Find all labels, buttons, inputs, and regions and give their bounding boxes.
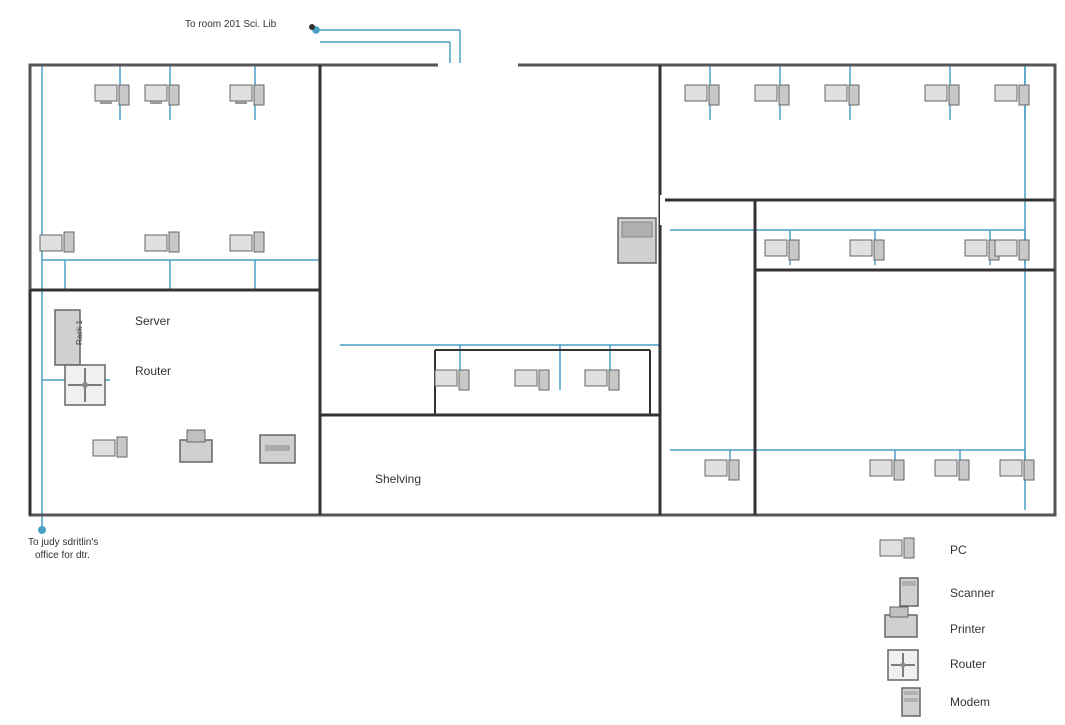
svg-text:Router: Router	[135, 364, 171, 378]
svg-text:Shelving: Shelving	[375, 472, 421, 486]
svg-text:To room 201 Sci. Lib: To room 201 Sci. Lib	[185, 19, 277, 30]
svg-text:Scanner: Scanner	[950, 586, 995, 600]
svg-text:Rack 1: Rack 1	[75, 320, 84, 345]
svg-text:Server: Server	[135, 314, 170, 328]
svg-text:To judy sdritlin's: To judy sdritlin's	[28, 537, 98, 548]
svg-text:Modem: Modem	[950, 695, 990, 709]
svg-text:Printer: Printer	[950, 622, 985, 636]
floor-plan-svg: Rack 1	[0, 0, 1065, 725]
svg-text:Router: Router	[950, 657, 986, 671]
svg-text:office for dtr.: office for dtr.	[35, 550, 90, 561]
diagram-area: Rack 1	[0, 0, 1065, 725]
svg-text:PC: PC	[950, 543, 967, 557]
